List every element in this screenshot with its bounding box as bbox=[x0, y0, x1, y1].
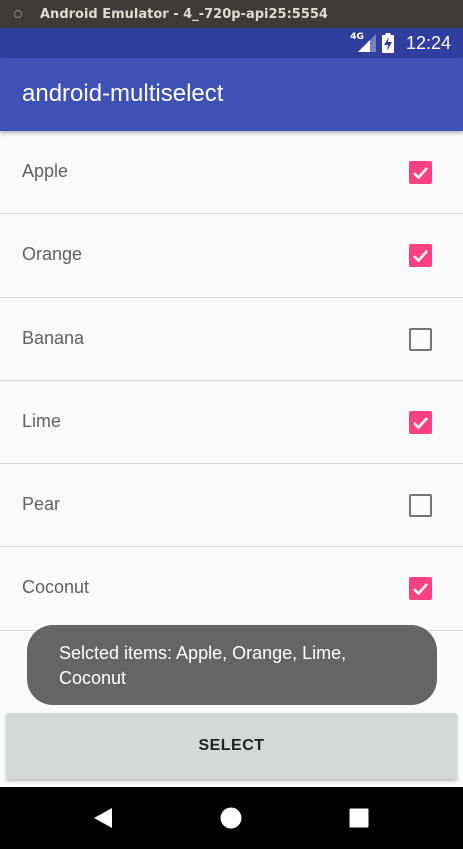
list-item-label: Pear bbox=[22, 494, 61, 515]
nav-bar bbox=[0, 787, 463, 849]
checkbox-unchecked[interactable] bbox=[409, 494, 432, 518]
list-item-label: Orange bbox=[22, 244, 83, 265]
checkbox-checked[interactable] bbox=[409, 410, 432, 434]
status-bar: 4G 12:24 bbox=[0, 28, 463, 58]
checkbox-checked[interactable] bbox=[409, 244, 432, 268]
list-item-label: Apple bbox=[22, 161, 69, 181]
list-item-label: Lime bbox=[22, 410, 62, 431]
battery-charging-icon bbox=[381, 33, 394, 53]
checkbox-unchecked[interactable] bbox=[409, 327, 432, 351]
checkmark-icon bbox=[413, 583, 428, 596]
back-icon[interactable] bbox=[73, 787, 133, 849]
list-item[interactable]: Pear bbox=[0, 464, 463, 548]
emulator-title: Android Emulator - 4_-720p-api25:5554 bbox=[40, 6, 328, 22]
status-time: 12:24 bbox=[405, 32, 451, 53]
checkbox-checked[interactable] bbox=[409, 161, 432, 184]
list-item[interactable]: Banana bbox=[0, 298, 463, 381]
window-close-icon[interactable] bbox=[14, 10, 22, 18]
app-title: android-multiselect bbox=[22, 80, 224, 107]
network-type: 4G bbox=[350, 32, 364, 42]
recents-icon[interactable] bbox=[329, 787, 389, 849]
checkmark-icon bbox=[413, 417, 428, 430]
item-list: Apple Orange Banana Lime Pear Coconut bbox=[0, 131, 463, 631]
list-item[interactable]: Orange bbox=[0, 214, 463, 298]
screen: Android Emulator - 4_-720p-api25:5554 4G… bbox=[0, 0, 463, 849]
toast-message: Selcted items: Apple, Orange, Lime, Coco… bbox=[27, 625, 437, 705]
list-item[interactable]: Apple bbox=[0, 131, 463, 215]
home-icon[interactable] bbox=[201, 787, 261, 849]
select-button[interactable]: SELECT bbox=[6, 713, 457, 779]
emulator-titlebar: Android Emulator - 4_-720p-api25:5554 bbox=[0, 0, 463, 28]
app-bar: android-multiselect bbox=[0, 58, 463, 131]
checkbox-checked[interactable] bbox=[409, 577, 432, 601]
checkmark-icon bbox=[413, 167, 428, 180]
list-item[interactable]: Lime bbox=[0, 381, 463, 465]
list-item-label: Banana bbox=[22, 327, 85, 348]
checkmark-icon bbox=[413, 250, 428, 263]
list-item-label: Coconut bbox=[22, 577, 90, 598]
list-item[interactable]: Coconut bbox=[0, 547, 463, 631]
